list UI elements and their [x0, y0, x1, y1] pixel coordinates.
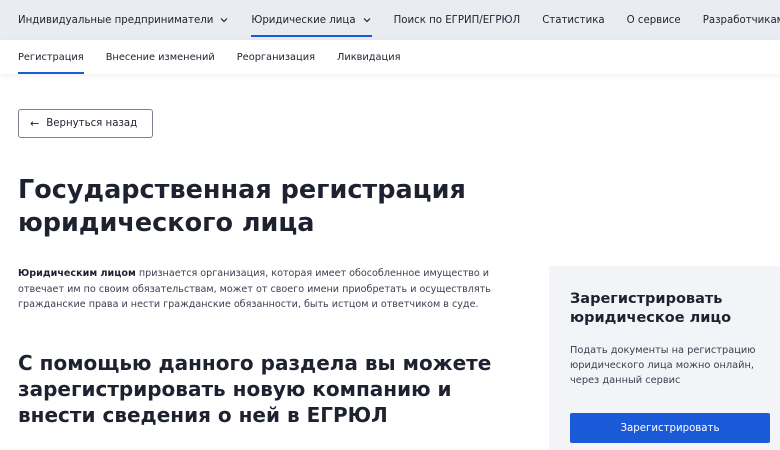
section-subtitle: С помощью данного раздела вы можете заре…: [18, 351, 492, 427]
tab-label: Реорганизация: [236, 51, 315, 63]
intro-paragraph: Юридическим лицом признается организация…: [18, 266, 533, 313]
tab-reorganization[interactable]: Реорганизация: [237, 40, 315, 74]
nav-item-label: Индивидуальные предприниматели: [18, 14, 214, 26]
tab-label: Ликвидация: [336, 51, 401, 63]
nav-item-legal-entities[interactable]: Юридические лица: [251, 0, 372, 40]
tab-label: Регистрация: [18, 51, 84, 63]
back-button[interactable]: ← Вернуться назад: [18, 109, 153, 138]
sub-navigation: Регистрация Внесение изменений Реорганиз…: [0, 40, 780, 74]
nav-item-label: Поиск по ЕГРИП/ЕГРЮЛ: [393, 14, 521, 26]
page-title: Государственная регистрация юридического…: [18, 175, 466, 238]
register-card: Зарегистрировать юридическое лицо Подать…: [549, 266, 780, 450]
tab-changes[interactable]: Внесение изменений: [106, 40, 215, 74]
nav-item-about[interactable]: О сервисе: [627, 0, 681, 40]
tab-label: Внесение изменений: [105, 51, 215, 63]
nav-item-label: Статистика: [542, 14, 605, 26]
register-card-title: Зарегистрировать юридическое лицо: [570, 291, 732, 326]
chevron-down-icon: [363, 18, 371, 23]
nav-item-developers[interactable]: Разработчикам: [703, 0, 780, 40]
chevron-down-icon: [220, 18, 228, 23]
tab-liquidation[interactable]: Ликвидация: [337, 40, 401, 74]
nav-item-label: Юридические лица: [251, 14, 356, 26]
back-button-label: Вернуться назад: [46, 118, 138, 129]
nav-item-label: О сервисе: [626, 14, 681, 26]
arrow-left-icon: ←: [30, 117, 40, 130]
nav-item-statistics[interactable]: Статистика: [542, 0, 604, 40]
tab-registration[interactable]: Регистрация: [18, 40, 84, 74]
intro-bold-term: Юридическим лицом: [18, 268, 136, 279]
register-card-text: Подать документы на регистрацию юридичес…: [570, 345, 756, 386]
nav-item-search-registry[interactable]: Поиск по ЕГРИП/ЕГРЮЛ: [394, 0, 521, 40]
top-navigation: Индивидуальные предприниматели Юридическ…: [0, 0, 780, 40]
nav-item-label: Разработчикам: [702, 14, 780, 26]
register-button[interactable]: Зарегистрировать: [570, 413, 770, 443]
nav-item-individual-entrepreneurs[interactable]: Индивидуальные предприниматели: [18, 0, 229, 40]
